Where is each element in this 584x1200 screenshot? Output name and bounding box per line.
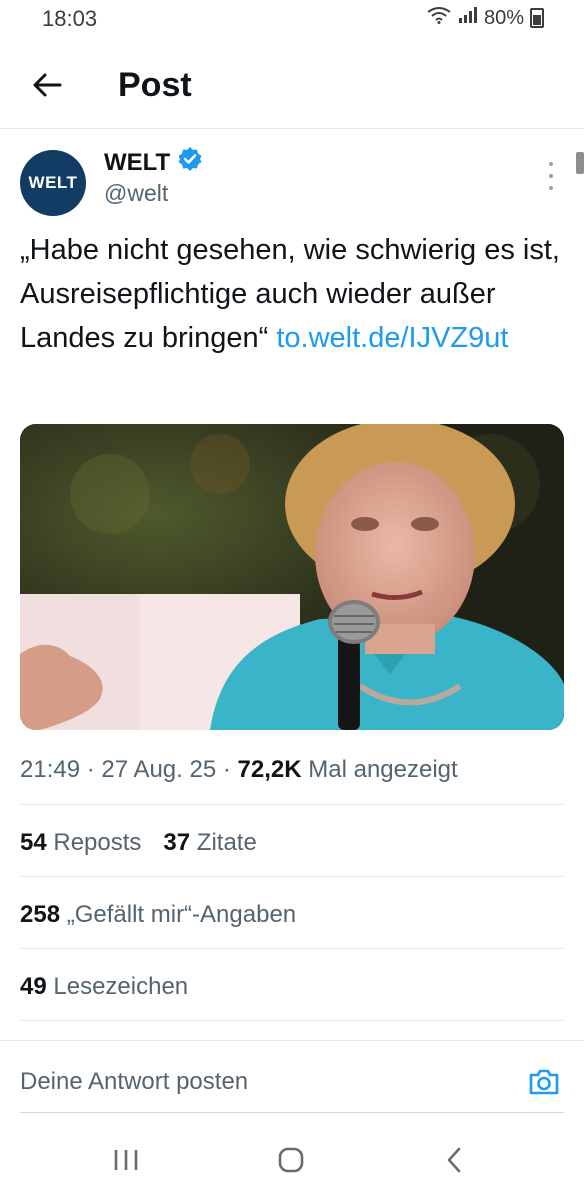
reposts-stat[interactable]: 54 Reposts [20, 829, 141, 857]
header-divider [0, 128, 584, 129]
nav-back-button[interactable] [424, 1140, 484, 1180]
wifi-icon [426, 6, 452, 30]
page-title: Post [118, 66, 192, 104]
signal-icon [458, 6, 478, 30]
stats-divider [20, 948, 564, 949]
back-button[interactable] [26, 64, 68, 106]
post-image[interactable] [20, 424, 564, 730]
status-icons: 80% [426, 6, 544, 30]
recent-apps-icon [114, 1150, 138, 1170]
verified-badge-icon [177, 146, 203, 179]
author-name-row[interactable]: WELT [104, 146, 203, 179]
more-options-button[interactable] [546, 162, 556, 190]
camera-button[interactable] [526, 1064, 562, 1100]
likes-label: „Gefällt mir“-Angaben [66, 901, 297, 928]
stats-divider [20, 804, 564, 805]
more-dot-icon [549, 174, 553, 178]
battery-icon [530, 8, 544, 28]
post-date[interactable]: 27 Aug. 25 [101, 756, 216, 783]
quotes-stat[interactable]: 37 Zitate [163, 829, 256, 857]
post-meta: 21:49 · 27 Aug. 25 · 72,2K Mal angezeigt [20, 756, 458, 784]
meta-separator: · [222, 756, 231, 783]
likes-count: 258 [20, 901, 61, 928]
avatar-logo-text: WELT [28, 173, 78, 192]
stats-row-reposts: 54 Reposts 37 Zitate [20, 829, 257, 857]
stats-divider [20, 876, 564, 877]
status-time: 18:03 [42, 6, 98, 31]
more-dot-icon [549, 186, 553, 190]
bookmarks-count: 49 [20, 973, 47, 1000]
more-dot-icon [549, 162, 553, 166]
avatar[interactable]: WELT [20, 150, 86, 216]
post-text: „Habe nicht gesehen, wie schwierig es is… [20, 228, 568, 360]
back-icon [447, 1147, 461, 1173]
recent-apps-button[interactable] [96, 1140, 156, 1180]
arrow-left-icon [33, 73, 62, 97]
author-name: WELT [104, 148, 171, 176]
home-icon [278, 1147, 304, 1173]
quotes-label: Zitate [196, 829, 257, 856]
views-count: 72,2K [237, 756, 302, 783]
reply-input[interactable]: Deine Antwort posten [20, 1068, 248, 1096]
photo-woman-speaking-into-microphone [20, 424, 564, 730]
views-label: Mal angezeigt [308, 756, 458, 783]
reposts-count: 54 [20, 829, 47, 856]
likes-stat[interactable]: 258 „Gefällt mir“-Angaben [20, 901, 296, 929]
reposts-label: Reposts [53, 829, 142, 856]
quotes-count: 37 [163, 829, 191, 856]
home-button[interactable] [261, 1140, 321, 1180]
camera-icon [529, 1069, 559, 1095]
stats-divider [20, 1020, 564, 1021]
scrollbar[interactable] [576, 152, 584, 174]
post-link[interactable]: to.welt.de/IJVZ9ut [276, 322, 508, 354]
post-time[interactable]: 21:49 [20, 756, 80, 783]
bookmarks-label: Lesezeichen [53, 973, 189, 1000]
meta-separator: · [86, 756, 95, 783]
battery-percent: 80% [483, 6, 524, 29]
bookmarks-stat: 49 Lesezeichen [20, 973, 188, 1001]
composer-underline [20, 1112, 564, 1113]
composer-divider [0, 1040, 584, 1041]
author-handle[interactable]: @welt [104, 180, 168, 207]
